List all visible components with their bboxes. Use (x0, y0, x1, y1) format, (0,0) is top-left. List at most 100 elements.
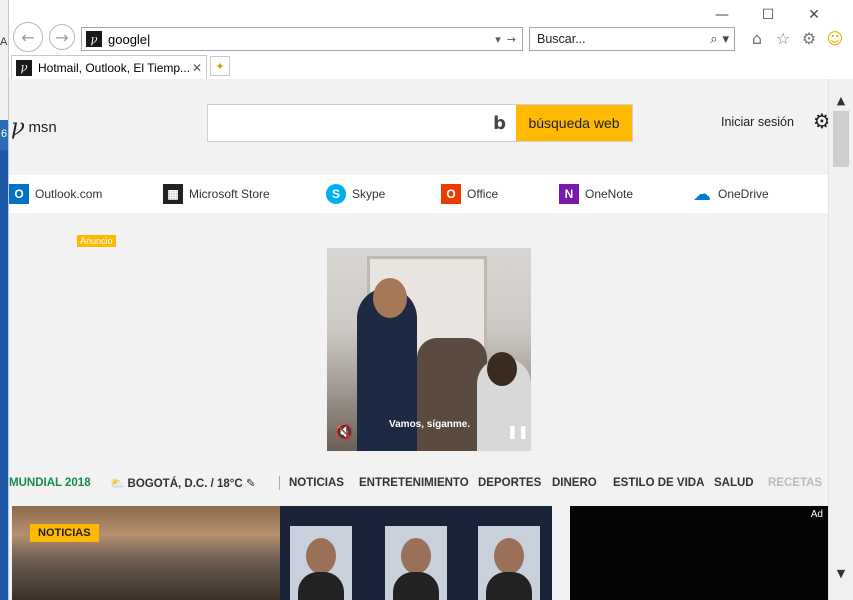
app-microsoft-store[interactable]: ▦ Microsoft Store (163, 184, 270, 204)
nav-estilo-de-vida[interactable]: ESTILO DE VIDA (613, 477, 704, 489)
desktop-tile-text: 6 (1, 128, 8, 140)
video-caption: Vamos, síganme. (389, 419, 471, 430)
home-icon[interactable]: ⌂ (747, 27, 767, 49)
msn-butterfly-icon: ꝩ (11, 115, 25, 140)
app-onedrive[interactable]: ☁ OneDrive (692, 183, 769, 205)
portrait-card (486, 572, 532, 600)
desktop-text: A (0, 36, 8, 48)
scroll-down-icon[interactable]: ▼ (829, 564, 853, 582)
tab-hotmail[interactable]: ꝩ Hotmail, Outlook, El Tiemp... ✕ (11, 55, 207, 79)
window-controls: — ☐ ✕ (699, 4, 837, 26)
ad-box[interactable]: Ad (570, 506, 829, 600)
news-carousel[interactable]: NOTICIAS (12, 506, 552, 600)
back-arrow-icon: ← (21, 27, 35, 47)
scroll-thumb[interactable] (833, 111, 849, 167)
close-button[interactable]: ✕ (791, 4, 837, 26)
category-nav: MUNDIAL 2018 ⛅ BOGOTÁ, D.C. / 18°C ✎ NOT… (9, 473, 829, 493)
news-badge: NOTICIAS (30, 524, 99, 542)
browser-search-input[interactable]: Buscar... (537, 32, 710, 46)
office-icon: O (441, 184, 461, 204)
ad-video[interactable]: 🔇 Vamos, síganme. ❚❚ (327, 248, 531, 451)
pause-icon[interactable]: ❚❚ (507, 425, 529, 440)
nav-deportes[interactable]: DEPORTES (478, 477, 541, 489)
onenote-icon: N (559, 184, 579, 204)
app-bar: O Outlook.com ▦ Microsoft Store S Skype … (9, 175, 829, 213)
tab-close-icon[interactable]: ✕ (192, 61, 202, 75)
desktop-background (0, 150, 8, 600)
portrait-card (478, 526, 540, 600)
msn-favicon-icon: ꝩ (16, 59, 32, 76)
nav-divider (279, 476, 280, 490)
go-arrow-icon[interactable]: → (507, 33, 516, 46)
msn-logo-text: msn (28, 119, 57, 136)
msn-search-input[interactable]: b (208, 105, 516, 141)
portrait-card (385, 526, 447, 600)
app-label: Microsoft Store (189, 187, 270, 201)
ad-tag: Ad (810, 509, 823, 520)
nav-salud[interactable]: SALUD (714, 477, 754, 489)
nav-recetas[interactable]: RECETAS (768, 477, 822, 489)
portrait-card (306, 538, 336, 574)
nav-mundial[interactable]: MUNDIAL 2018 (9, 477, 91, 489)
portrait-card (393, 572, 439, 600)
app-onenote[interactable]: N OneNote (559, 184, 633, 204)
feedback-smile-icon[interactable]: ☺ (825, 27, 845, 49)
address-bar[interactable]: ꝩ google| ▾ → (81, 27, 523, 51)
browser-window: — ☐ ✕ ← → ꝩ google| ▾ → Buscar... ⌕ ▾ ⌂ … (8, 0, 853, 600)
search-icon[interactable]: ⌕ (710, 32, 717, 47)
portrait-card (494, 538, 524, 574)
partly-cloudy-icon: ⛅ (110, 476, 125, 490)
nav-noticias[interactable]: NOTICIAS (289, 477, 344, 489)
address-input[interactable]: google| (108, 32, 495, 47)
ad-label: Anuncio (77, 235, 116, 247)
portrait-card (401, 538, 431, 574)
msn-page: ꝩ msn b búsqueda web Iniciar sesión ⚙ O … (9, 79, 829, 600)
search-dropdown-icon[interactable]: ▾ (722, 32, 729, 47)
signin-link[interactable]: Iniciar sesión (721, 115, 794, 129)
app-label: Office (467, 187, 499, 201)
desktop-edge: A 6 (0, 0, 8, 600)
weather-text: BOGOTÁ, D.C. / 18°C (127, 478, 243, 490)
app-outlook[interactable]: O Outlook.com (9, 184, 102, 204)
app-office[interactable]: O Office (441, 184, 498, 204)
edit-pencil-icon[interactable]: ✎ (246, 476, 256, 490)
store-icon: ▦ (163, 184, 183, 204)
msn-logo[interactable]: ꝩ msn (11, 115, 57, 140)
app-label: Skype (352, 187, 386, 201)
favorites-star-icon[interactable]: ☆ (773, 27, 793, 49)
nav-entretenimiento[interactable]: ENTRETENIMIENTO (359, 477, 469, 489)
vertical-scrollbar[interactable]: ▲ ▼ (828, 79, 853, 600)
app-label: OneNote (585, 187, 634, 201)
app-label: OneDrive (718, 187, 769, 201)
bing-icon: b (493, 113, 506, 134)
toolbar-icons: ⌂ ☆ ⚙ ☺ (747, 27, 845, 49)
forward-button[interactable]: → (49, 24, 75, 50)
mute-icon[interactable]: 🔇 (335, 423, 354, 441)
video-scene (373, 278, 407, 318)
settings-gear-icon[interactable]: ⚙ (799, 27, 819, 49)
nav-dinero[interactable]: DINERO (552, 477, 597, 489)
new-tab-icon: ✦ (215, 59, 225, 73)
onedrive-icon: ☁ (693, 183, 711, 205)
forward-arrow-icon: → (55, 27, 69, 47)
web-search-button[interactable]: búsqueda web (516, 105, 632, 141)
new-tab-button[interactable]: ✦ (210, 56, 230, 76)
app-label: Outlook.com (35, 187, 103, 201)
address-dropdown-icon[interactable]: ▾ (495, 33, 501, 46)
app-skype[interactable]: S Skype (326, 184, 385, 204)
back-button[interactable]: ← (13, 22, 43, 52)
skype-icon: S (326, 184, 346, 204)
browser-search-box[interactable]: Buscar... ⌕ ▾ (529, 27, 735, 51)
outlook-icon: O (9, 184, 29, 204)
tab-label: Hotmail, Outlook, El Tiemp... (38, 60, 191, 75)
msn-settings-icon[interactable]: ⚙ (813, 109, 829, 133)
minimize-button[interactable]: — (699, 4, 745, 26)
maximize-button[interactable]: ☐ (745, 4, 791, 26)
msn-search: b búsqueda web (207, 104, 633, 142)
portrait-card (290, 526, 352, 600)
scroll-up-icon[interactable]: ▲ (829, 91, 853, 109)
msn-favicon-icon: ꝩ (86, 31, 102, 47)
news-photo (12, 506, 280, 600)
nav-weather[interactable]: ⛅ BOGOTÁ, D.C. / 18°C ✎ (110, 476, 256, 490)
portrait-card (298, 572, 344, 600)
